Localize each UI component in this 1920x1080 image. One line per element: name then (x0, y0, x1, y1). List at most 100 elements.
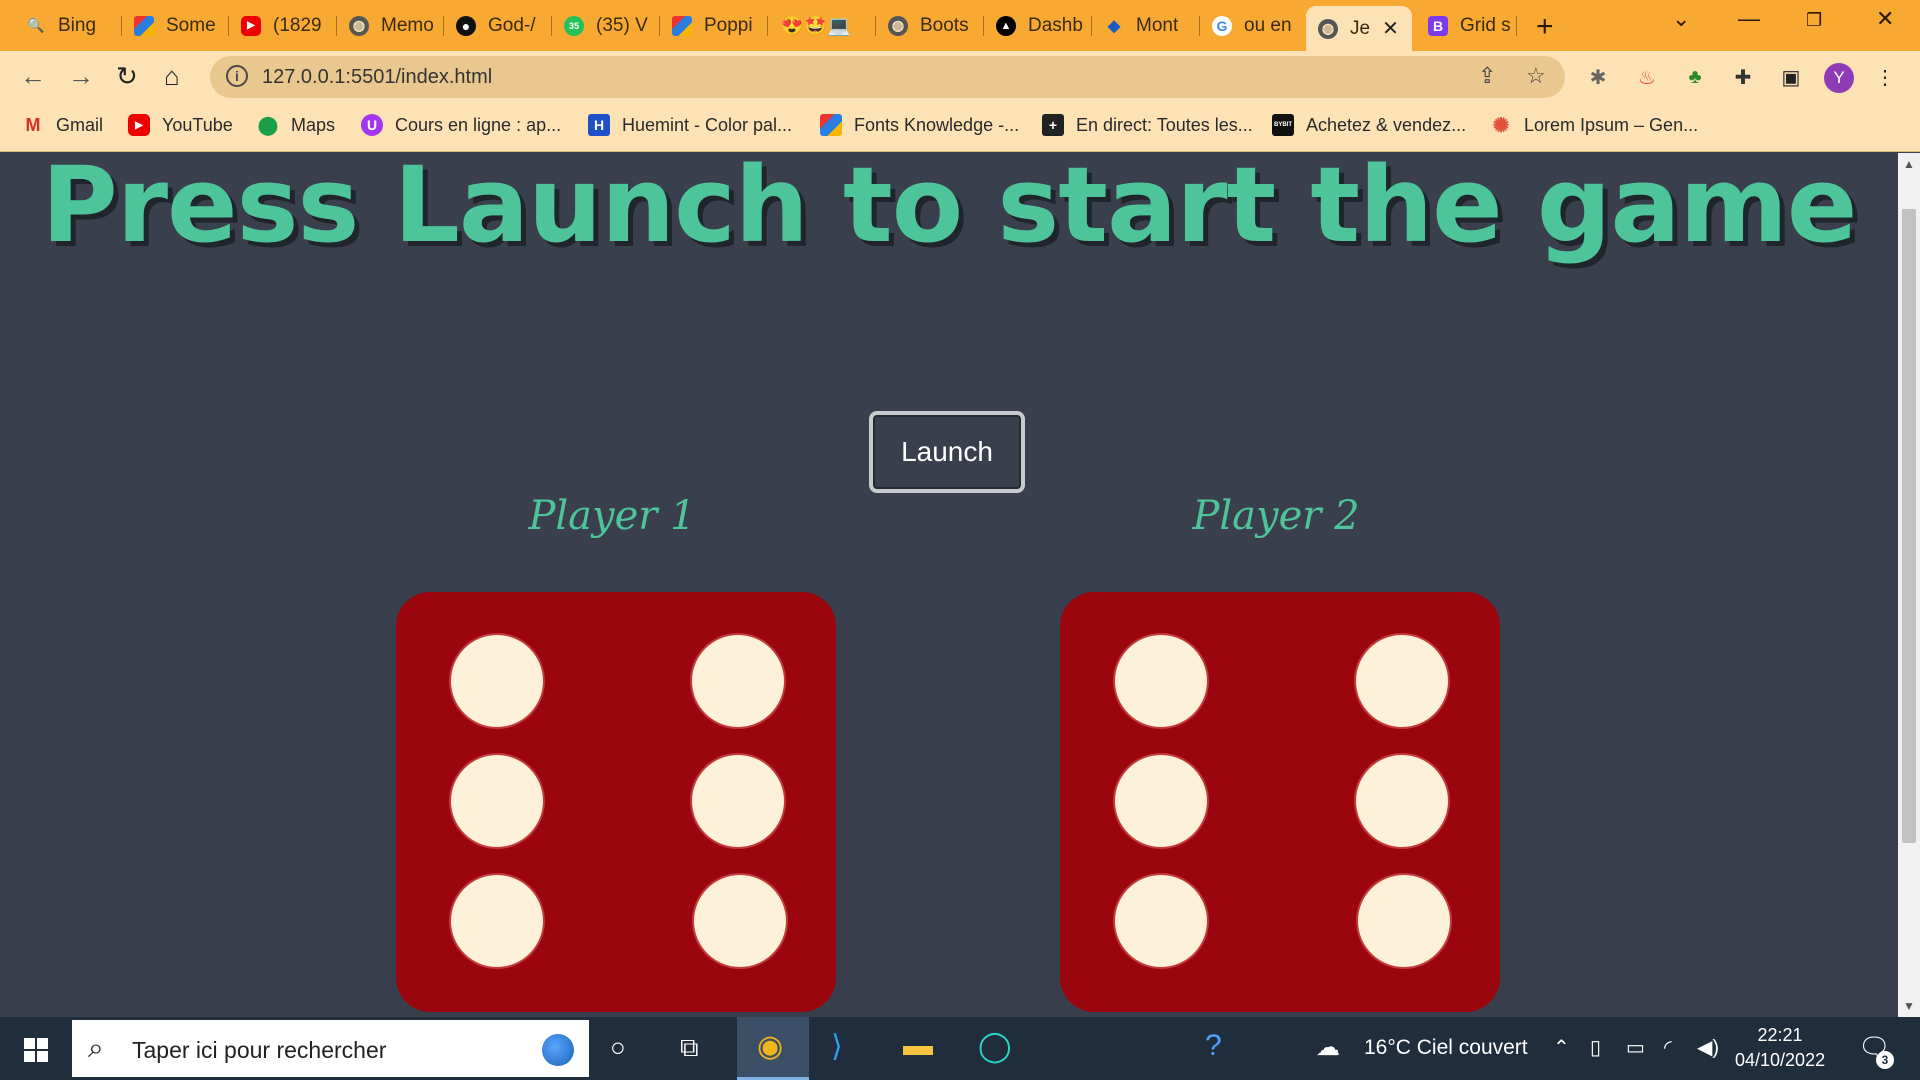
home-icon[interactable]: ⌂ (164, 61, 180, 92)
tab-github[interactable]: ● God-/ (444, 8, 544, 43)
colorful-icon (672, 15, 692, 36)
puzzle-extensions-icon[interactable]: ✚ (1730, 64, 1756, 90)
scroll-down-arrow-icon[interactable]: ▼ (1903, 999, 1915, 1013)
help-icon[interactable]: ? (1205, 1029, 1222, 1063)
bing-icon: 🔍 (27, 17, 45, 33)
reload-icon[interactable]: ↻ (116, 61, 138, 92)
launch-button[interactable]: Launch (869, 411, 1025, 493)
die-pip (1356, 755, 1448, 847)
globe-icon: ◍ (888, 15, 908, 36)
menu-kebab-icon[interactable]: ⋮ (1872, 64, 1898, 90)
bookmark-maps[interactable]: ⬤ Maps (257, 114, 335, 136)
tab-emoji[interactable]: 😍🤩💻 (768, 8, 868, 43)
battery-icon[interactable]: ▭ (1626, 1035, 1645, 1060)
new-tab-button[interactable]: + (1536, 10, 1554, 44)
tab-bing[interactable]: 🔍 Bing (14, 8, 116, 43)
tab-google[interactable]: G ou en (1200, 8, 1300, 43)
tab-poppins[interactable]: Poppi (660, 8, 760, 43)
colorful-icon (820, 114, 842, 136)
weather-text[interactable]: 16°C Ciel couvert (1364, 1036, 1528, 1060)
bookmark-fonts-knowledge[interactable]: Fonts Knowledge -... (820, 114, 1019, 136)
tab-bootstrap[interactable]: ◍ Boots (876, 8, 976, 43)
url-text[interactable]: 127.0.0.1:5501/index.html (262, 66, 492, 89)
taskbar-clock[interactable]: 22:21 04/10/2022 (1735, 1023, 1825, 1073)
bookmark-huemint[interactable]: H Huemint - Color pal... (588, 114, 792, 136)
die-pip (692, 755, 784, 847)
tab-grid[interactable]: B Grid s (1416, 8, 1516, 43)
lorem-icon: ✺ (1492, 114, 1510, 137)
page-viewport: Press Launch to start the game Launch Pl… (0, 153, 1898, 1017)
carrefour-icon: ◆ (1107, 17, 1121, 35)
plus-icon: + (1042, 114, 1064, 136)
tray-chevron-up-icon[interactable]: ⌃ (1553, 1035, 1570, 1060)
globe-icon: ◍ (349, 15, 369, 36)
tab-youtube[interactable]: ▶ (1829 (229, 8, 329, 43)
profile-avatar[interactable]: Y (1824, 63, 1854, 93)
tab-dashboard[interactable]: ▲ Dashb (984, 8, 1084, 43)
close-tab-icon[interactable]: ✕ (1382, 16, 1399, 41)
die-pip (1115, 875, 1207, 967)
file-explorer-icon[interactable]: ▬ (903, 1029, 933, 1063)
weather-cloud-icon: ☁ (1316, 1034, 1340, 1061)
tray-device-icon[interactable]: ▯ (1590, 1035, 1601, 1060)
volume-icon[interactable]: ◀) (1697, 1035, 1719, 1060)
bookmark-star-icon[interactable]: ☆ (1526, 63, 1546, 89)
scroll-up-arrow-icon[interactable]: ▲ (1903, 157, 1915, 171)
scrollbar-thumb[interactable] (1902, 209, 1916, 843)
task-view-icon[interactable]: ⧉ (680, 1032, 699, 1064)
page-scrollbar[interactable]: ▲ ▼ (1898, 153, 1920, 1017)
site-info-icon[interactable]: i (226, 65, 248, 87)
tab-active-page[interactable]: ◍ Je ✕ (1306, 6, 1412, 51)
taskbar-search-box[interactable]: ⌕ Taper ici pour rechercher (72, 1020, 589, 1077)
player-1-label: Player 1 (528, 493, 696, 539)
youtube-icon: ▶ (128, 114, 150, 136)
address-bar[interactable]: i 127.0.0.1:5501/index.html ⇪ ☆ (210, 56, 1565, 98)
bookmark-cours-en-ligne[interactable]: U Cours en ligne : ap... (361, 114, 561, 136)
side-panel-icon[interactable]: ▣ (1778, 64, 1804, 90)
google-icon: G (1212, 15, 1232, 36)
tab-search-chevron-icon[interactable]: ⌄ (1672, 6, 1690, 32)
chrome-icon[interactable]: ◉ (757, 1029, 783, 1064)
gmail-icon: M (25, 114, 41, 135)
bootstrap-icon: B (1428, 15, 1448, 36)
windows-start-icon[interactable] (24, 1038, 48, 1062)
vscode-icon[interactable]: ⟩ (831, 1029, 843, 1064)
github-icon: ● (456, 15, 476, 36)
huemint-icon: H (588, 114, 610, 136)
die-pip (692, 635, 784, 727)
bookmark-en-direct[interactable]: + En direct: Toutes les... (1042, 114, 1253, 136)
player-2-label: Player 2 (1192, 493, 1360, 539)
tab-some[interactable]: Some (122, 8, 222, 43)
app-ring-icon[interactable]: ◯ (978, 1029, 1012, 1064)
page-title: Press Launch to start the game (41, 153, 1858, 266)
notification-count-badge: 3 (1876, 1051, 1894, 1069)
die-pip (451, 635, 543, 727)
tab-memo[interactable]: ◍ Memo (337, 8, 437, 43)
search-highlight-globe-icon (542, 1034, 574, 1066)
minimize-button[interactable]: — (1738, 6, 1760, 32)
tab-carrefour[interactable]: ◆ Mont (1092, 8, 1192, 43)
tab-whatsapp[interactable]: 35 (35) V (552, 8, 652, 43)
bug-extension-icon[interactable]: ✱ (1585, 64, 1611, 90)
die-pip (451, 755, 543, 847)
windows-taskbar: ⌕ Taper ici pour rechercher ○ ⧉ ◉ ⟩ ▬ ◯ … (0, 1017, 1920, 1080)
html-extension-icon[interactable]: ♣ (1682, 64, 1708, 90)
browser-toolbar: ← → ↻ ⌂ i 127.0.0.1:5501/index.html ⇪ ☆ (0, 51, 1920, 104)
bookmark-youtube[interactable]: ▶ YouTube (128, 114, 233, 136)
bookmark-achetez-vendez[interactable]: BYBIT Achetez & vendez... (1272, 114, 1466, 136)
bookmark-gmail[interactable]: M Gmail (22, 114, 104, 136)
forward-arrow-icon[interactable]: → (68, 61, 94, 92)
maps-pin-icon: ⬤ (257, 114, 279, 135)
restore-button[interactable]: ❐ (1806, 10, 1822, 31)
wifi-icon[interactable]: ◜ (1664, 1035, 1672, 1060)
back-arrow-icon[interactable]: ← (20, 61, 46, 92)
share-icon[interactable]: ⇪ (1478, 63, 1496, 89)
udemy-icon: U (361, 114, 383, 136)
bookmarks-bar: M Gmail ▶ YouTube ⬤ Maps U Cours en lign… (0, 104, 1920, 152)
youtube-icon: ▶ (241, 15, 261, 36)
cortana-icon[interactable]: ○ (610, 1032, 626, 1063)
emoji-icon: 😍🤩💻 (780, 15, 851, 37)
bookmark-lorem-ipsum[interactable]: ✺ Lorem Ipsum – Gen... (1490, 114, 1698, 137)
close-window-button[interactable]: ✕ (1876, 6, 1894, 32)
fire-extension-icon[interactable]: ♨ (1634, 64, 1660, 90)
